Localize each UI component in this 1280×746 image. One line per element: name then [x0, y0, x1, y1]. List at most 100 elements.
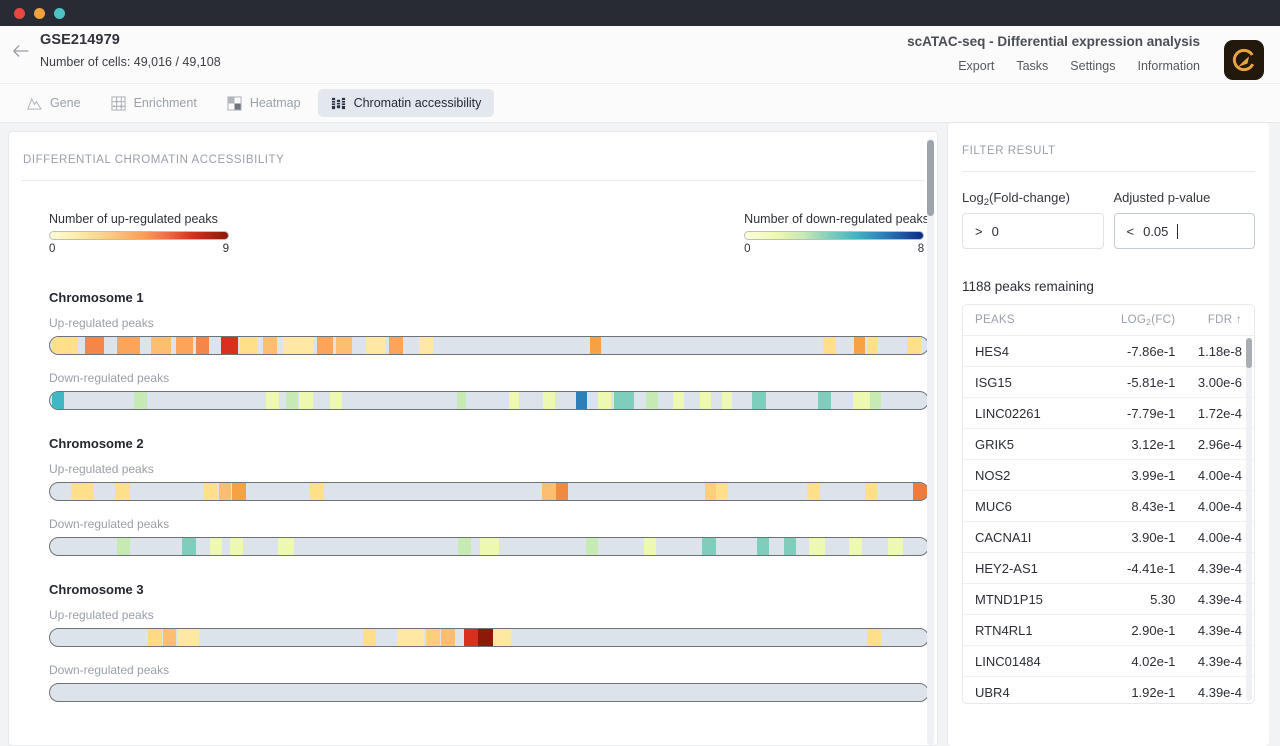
peak-band[interactable] — [576, 392, 587, 409]
peak-band[interactable] — [464, 629, 477, 646]
menu-item-settings[interactable]: Settings — [1070, 59, 1115, 73]
peak-band[interactable] — [480, 538, 498, 555]
peak-band[interactable] — [366, 337, 385, 354]
peak-band[interactable] — [870, 392, 881, 409]
table-row[interactable]: CACNA1I3.90e-14.00e-4 — [963, 522, 1254, 553]
peak-band[interactable] — [598, 392, 611, 409]
peak-band[interactable] — [299, 392, 312, 409]
chart-scrollbar-thumb[interactable] — [927, 140, 934, 216]
peak-band[interactable] — [210, 538, 222, 555]
down-regulated-track[interactable] — [49, 391, 929, 410]
peak-band[interactable] — [336, 337, 352, 354]
peak-band[interactable] — [317, 337, 333, 354]
peak-band[interactable] — [458, 538, 470, 555]
log-fc-operator[interactable]: > — [975, 224, 983, 239]
peak-band[interactable] — [542, 483, 556, 500]
app-logo-icon[interactable] — [1224, 40, 1264, 80]
peak-band[interactable] — [784, 538, 796, 555]
peak-band[interactable] — [426, 629, 440, 646]
table-row[interactable]: HES4-7.86e-11.18e-8 — [963, 336, 1254, 367]
peak-band[interactable] — [221, 337, 238, 354]
peak-band[interactable] — [52, 392, 64, 409]
peak-band[interactable] — [823, 337, 836, 354]
column-header-peaks[interactable]: PEAKS — [963, 314, 1079, 326]
peak-band[interactable] — [389, 337, 403, 354]
peak-band[interactable] — [716, 483, 727, 500]
peak-band[interactable] — [705, 483, 716, 500]
p-value-input[interactable]: < 0.05 — [1114, 213, 1256, 249]
log-fc-input[interactable]: > 0 — [962, 213, 1104, 249]
peak-band[interactable] — [178, 629, 199, 646]
peak-band[interactable] — [457, 392, 467, 409]
table-row[interactable]: NOS23.99e-14.00e-4 — [963, 460, 1254, 491]
peak-band[interactable] — [278, 538, 294, 555]
peak-band[interactable] — [196, 337, 209, 354]
peak-band[interactable] — [853, 392, 871, 409]
up-regulated-track[interactable] — [49, 628, 929, 647]
peak-band[interactable] — [854, 337, 865, 354]
peak-band[interactable] — [493, 629, 511, 646]
peak-band[interactable] — [117, 538, 130, 555]
peak-band[interactable] — [151, 337, 171, 354]
log-fc-value[interactable]: 0 — [992, 224, 999, 239]
peak-band[interactable] — [644, 538, 656, 555]
menu-item-information[interactable]: Information — [1137, 59, 1200, 73]
p-value-operator[interactable]: < — [1127, 224, 1135, 239]
column-header-log2fc[interactable]: LOG2(FC) — [1079, 314, 1175, 326]
close-window-button[interactable] — [14, 8, 25, 19]
peak-band[interactable] — [263, 337, 277, 354]
peak-band[interactable] — [115, 483, 130, 500]
minimize-window-button[interactable] — [34, 8, 45, 19]
peak-band[interactable] — [330, 392, 342, 409]
peak-band[interactable] — [204, 483, 217, 500]
peak-band[interactable] — [85, 337, 104, 354]
table-row[interactable]: MUC68.43e-14.00e-4 — [963, 491, 1254, 522]
menu-item-export[interactable]: Export — [958, 59, 994, 73]
table-row[interactable]: RTN4RL12.90e-14.39e-4 — [963, 615, 1254, 646]
peak-band[interactable] — [849, 538, 862, 555]
tab-chromatin-accessibility[interactable]: Chromatin accessibility — [318, 89, 495, 117]
peak-band[interactable] — [700, 392, 711, 409]
peak-band[interactable] — [614, 392, 634, 409]
peak-band[interactable] — [590, 337, 601, 354]
tab-enrichment[interactable]: Enrichment — [98, 89, 210, 117]
chart-scrollbar-track[interactable] — [927, 138, 934, 745]
peak-band[interactable] — [176, 337, 194, 354]
peak-band[interactable] — [752, 392, 765, 409]
peak-band[interactable] — [722, 392, 733, 409]
peak-band[interactable] — [757, 538, 769, 555]
table-row[interactable]: MTND1P155.304.39e-4 — [963, 584, 1254, 615]
table-row[interactable]: ISG15-5.81e-13.00e-6 — [963, 367, 1254, 398]
peak-band[interactable] — [818, 392, 830, 409]
peak-band[interactable] — [283, 337, 313, 354]
peak-band[interactable] — [543, 392, 554, 409]
down-regulated-track[interactable] — [49, 683, 929, 702]
peak-band[interactable] — [865, 483, 877, 500]
peak-band[interactable] — [148, 629, 162, 646]
tab-gene[interactable]: Gene — [14, 89, 94, 117]
table-row[interactable]: UBR41.92e-14.39e-4 — [963, 677, 1254, 704]
chromosome-scroll-area[interactable]: Number of up-regulated peaks 0 9 Number … — [9, 184, 937, 745]
up-regulated-track[interactable] — [49, 336, 929, 355]
peak-band[interactable] — [230, 538, 243, 555]
peak-band[interactable] — [310, 483, 324, 500]
peak-band[interactable] — [913, 483, 928, 500]
peak-band[interactable] — [163, 629, 176, 646]
peak-band[interactable] — [286, 392, 297, 409]
table-row[interactable]: LINC014844.02e-14.39e-4 — [963, 646, 1254, 677]
peak-band[interactable] — [441, 629, 455, 646]
back-arrow-icon[interactable] — [10, 40, 32, 62]
up-regulated-track[interactable] — [49, 482, 929, 501]
peak-band[interactable] — [907, 337, 921, 354]
peak-band[interactable] — [809, 538, 825, 555]
p-value-value[interactable]: 0.05 — [1143, 224, 1168, 239]
peak-band[interactable] — [556, 483, 568, 500]
maximize-window-button[interactable] — [54, 8, 65, 19]
peak-band[interactable] — [509, 392, 519, 409]
peak-band[interactable] — [702, 538, 715, 555]
tab-heatmap[interactable]: Heatmap — [214, 89, 314, 117]
table-scrollbar-thumb[interactable] — [1246, 338, 1252, 368]
peak-band[interactable] — [673, 392, 684, 409]
down-regulated-track[interactable] — [49, 537, 929, 556]
peak-band[interactable] — [240, 337, 258, 354]
